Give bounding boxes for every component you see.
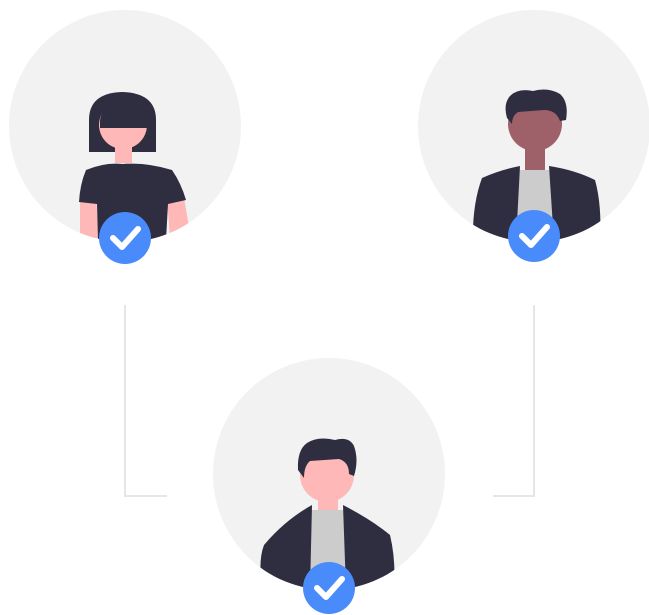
verified-users-illustration: [9, 10, 649, 614]
user-node-woman: [9, 10, 241, 264]
user-node-man-dark: [418, 10, 649, 262]
verified-badge: [508, 210, 560, 262]
verified-badge: [303, 562, 355, 614]
user-node-man-light: [213, 358, 445, 614]
verified-badge: [99, 212, 151, 264]
connector-left: [124, 305, 167, 497]
connector-right: [493, 305, 535, 497]
